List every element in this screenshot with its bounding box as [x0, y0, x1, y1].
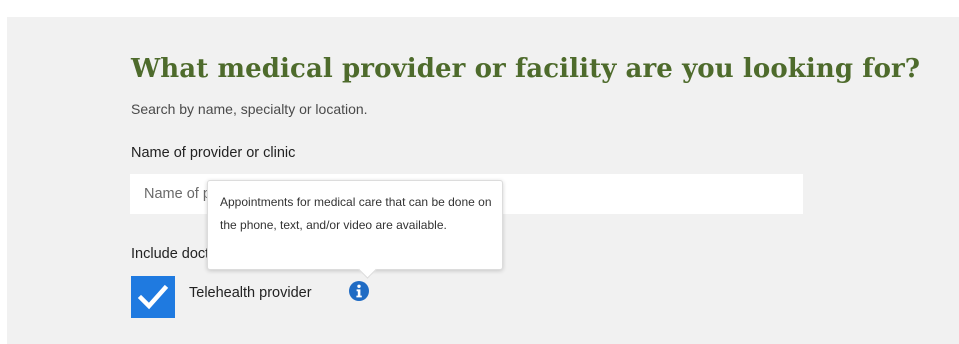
name-field-label: Name of provider or clinic: [131, 145, 296, 161]
checkmark-icon: [137, 284, 169, 310]
page-title: What medical provider or facility are yo…: [131, 54, 921, 84]
search-subtitle: Search by name, specialty or location.: [131, 101, 368, 117]
telehealth-checkbox[interactable]: [131, 276, 175, 318]
telehealth-tooltip: Appointments for medical care that can b…: [207, 180, 503, 279]
telehealth-label[interactable]: Telehealth provider: [189, 285, 312, 301]
tooltip-text: Appointments for medical care that can b…: [220, 195, 492, 232]
info-icon[interactable]: [348, 280, 370, 302]
